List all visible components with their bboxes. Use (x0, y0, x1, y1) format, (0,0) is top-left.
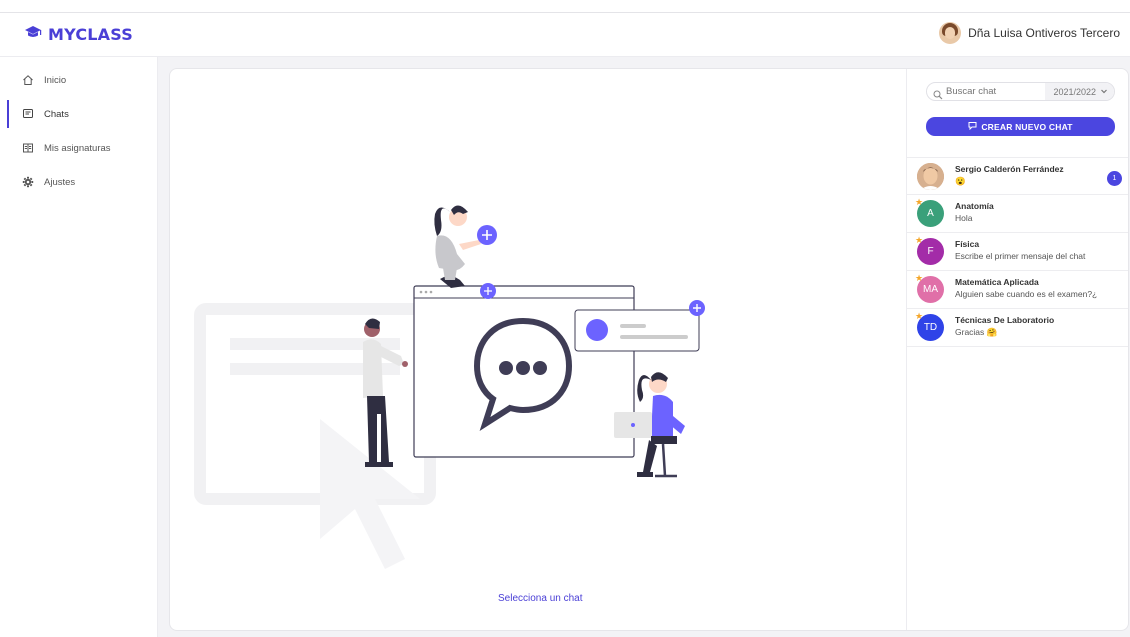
user-avatar (939, 22, 962, 44)
chat-last-message: Gracias 🤗 (955, 327, 998, 337)
empty-chat-illustration (363, 205, 705, 478)
chat-name: Física (955, 239, 980, 249)
sidebar-item-label: Ajustes (44, 176, 76, 188)
sidebar-item-label: Mis asignaturas (44, 142, 111, 154)
avatar (917, 163, 944, 190)
year-select-value: 2021/2022 (1053, 86, 1096, 97)
chat-last-message: Hola (955, 213, 973, 223)
search-icon (933, 87, 943, 99)
create-chat-label: CREAR NUEVO CHAT (981, 121, 1073, 132)
chat-item-sergio[interactable]: Sergio Calderón Ferrández 😮 1 (907, 157, 1128, 195)
create-chat-button[interactable]: CREAR NUEVO CHAT (926, 117, 1115, 136)
chat-panel: 2021/2022 CREAR NUEVO CHAT Sergio Calder… (906, 69, 1128, 630)
sidebar-item-ajustes[interactable]: Ajustes (0, 168, 158, 196)
chat-item-tecnicas-laboratorio[interactable]: TD ★ Técnicas De Laboratorio Gracias 🤗 (907, 309, 1128, 347)
chat-card: Selecciona un chat 2021/2022 CREAR NUEVO… (169, 68, 1129, 631)
user-name: Dña Luisa Ontiveros Tercero (968, 26, 1120, 40)
sidebar: Inicio Chats Mis asignaturas Ajustes (0, 57, 158, 637)
star-icon: ★ (915, 235, 924, 245)
year-select[interactable]: 2021/2022 (1045, 83, 1114, 100)
star-icon: ★ (915, 311, 924, 321)
sidebar-item-label: Inicio (44, 74, 67, 86)
star-icon: ★ (915, 273, 924, 283)
sidebar-item-chats[interactable]: Chats (0, 100, 158, 128)
chat-item-anatomia[interactable]: A ★ Anatomía Hola (907, 195, 1128, 233)
sidebar-item-inicio[interactable]: Inicio (0, 66, 158, 94)
top-header: MYCLASS Dña Luisa Ontiveros Tercero (0, 12, 1130, 57)
graduation-cap-icon (24, 25, 42, 44)
chat-last-message: Alguien sabe cuando es el examen?¿ (955, 289, 1098, 299)
user-menu[interactable]: Dña Luisa Ontiveros Tercero (939, 22, 1120, 44)
subjects-icon (22, 142, 34, 154)
brand-name: MYCLASS (48, 25, 133, 44)
chat-plus-icon (968, 121, 977, 132)
chat-item-fisica[interactable]: F ★ Física Escribe el primer mensaje del… (907, 233, 1128, 271)
chat-name: Anatomía (955, 201, 994, 211)
chat-last-message: Escribe el primer mensaje del chat (955, 251, 1086, 261)
search-input[interactable] (946, 86, 1050, 97)
search-box: 2021/2022 (926, 82, 1115, 101)
chat-name: Matemática Aplicada (955, 277, 1039, 287)
chat-last-message: 😮 (955, 176, 966, 186)
chat-icon (22, 108, 34, 120)
sidebar-item-label: Chats (44, 108, 69, 120)
home-icon (22, 74, 34, 86)
star-icon: ★ (915, 197, 924, 207)
chevron-down-icon (1100, 87, 1108, 97)
select-chat-link[interactable]: Selecciona un chat (498, 593, 583, 604)
chat-name: Técnicas De Laboratorio (955, 315, 1055, 325)
chat-name: Sergio Calderón Ferrández (955, 164, 1064, 174)
gear-icon (22, 176, 34, 188)
chat-item-matematica-aplicada[interactable]: MA ★ Matemática Aplicada Alguien sabe cu… (907, 271, 1128, 309)
sidebar-item-mis-asignaturas[interactable]: Mis asignaturas (0, 134, 158, 162)
brand-logo[interactable]: MYCLASS (24, 25, 133, 44)
chat-list: Sergio Calderón Ferrández 😮 1 A ★ Anatom… (907, 157, 1128, 347)
unread-badge: 1 (1107, 171, 1122, 186)
